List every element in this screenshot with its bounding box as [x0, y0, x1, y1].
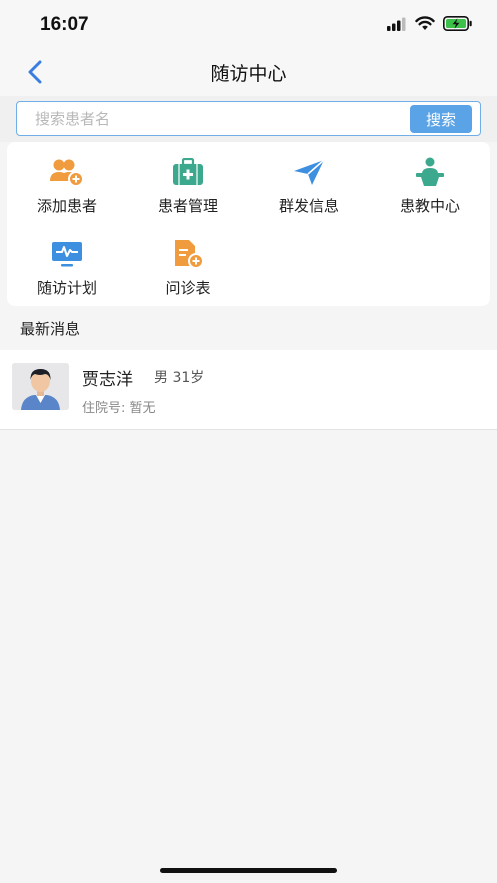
patient-hospital-number: 住院号: 暂无	[82, 401, 156, 416]
menu-label: 添加患者	[36, 197, 97, 215]
form-add-icon	[171, 238, 205, 270]
feature-menu: 添加患者 患者管理 群发信息 患教中心 随访计划 问诊表	[7, 142, 490, 306]
menu-item-followup-plan[interactable]: 随访计划	[7, 232, 127, 300]
monitor-pulse-icon	[50, 238, 84, 270]
status-icons	[387, 16, 473, 31]
menu-label: 群发信息	[278, 197, 339, 215]
search-bar: 搜索	[0, 96, 497, 142]
menu-item-consultation-form[interactable]: 问诊表	[128, 232, 248, 300]
add-patient-icon	[50, 156, 84, 188]
menu-item-group-message[interactable]: 群发信息	[249, 150, 369, 218]
battery-charging-icon	[443, 16, 472, 31]
menu-item-education-center[interactable]: 患教中心	[370, 150, 490, 218]
patient-name: 贾志洋	[82, 370, 133, 390]
list-item[interactable]: 贾志洋 男 31岁 住院号: 暂无	[0, 350, 497, 430]
search-button[interactable]: 搜索	[410, 105, 472, 133]
search-box: 搜索	[16, 101, 481, 136]
section-title-latest: 最新消息	[20, 320, 81, 338]
home-indicator	[160, 868, 337, 873]
menu-label: 患者管理	[157, 197, 218, 215]
menu-item-patient-management[interactable]: 患者管理	[128, 150, 248, 218]
wifi-icon	[415, 16, 435, 30]
status-time: 16:07	[40, 14, 89, 35]
nav-bar: 随访中心	[0, 48, 497, 96]
menu-item-add-patient[interactable]: 添加患者	[7, 150, 127, 218]
status-bar: 16:07	[0, 0, 497, 48]
cellular-signal-icon	[387, 17, 406, 31]
patient-gender-age: 男 31岁	[154, 370, 205, 386]
lecture-icon	[413, 156, 447, 188]
menu-label: 患教中心	[399, 197, 460, 215]
search-input[interactable]	[35, 109, 395, 129]
menu-label: 随访计划	[36, 279, 97, 297]
medical-kit-icon	[171, 156, 205, 188]
menu-label: 问诊表	[165, 279, 211, 297]
avatar	[12, 363, 69, 410]
page-title: 随访中心	[210, 63, 287, 85]
send-icon	[292, 156, 326, 188]
